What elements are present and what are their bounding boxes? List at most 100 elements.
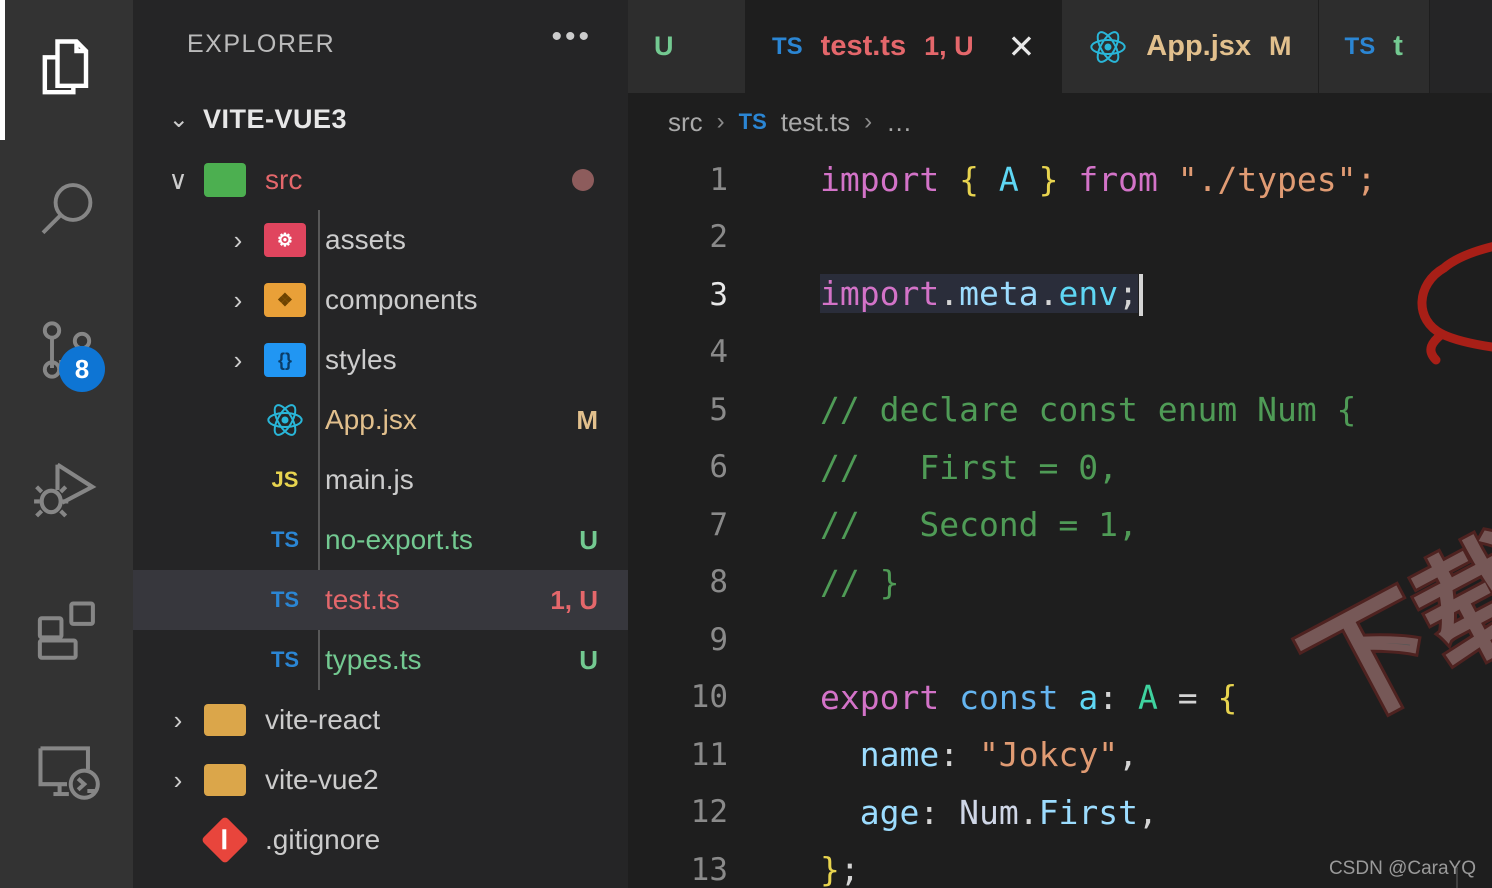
code-token: from bbox=[1078, 160, 1158, 200]
editor-tab-decoration: M bbox=[1269, 31, 1292, 61]
activity-item-source-control[interactable]: 8 bbox=[0, 280, 133, 420]
search-icon bbox=[31, 174, 103, 246]
unsaved-changes-dot bbox=[572, 169, 594, 191]
file-tree: ∨ src › ⚙ assets › ❖ components ›{} styles App.jsx… bbox=[133, 150, 628, 888]
ts-file-icon: TS bbox=[1344, 32, 1376, 60]
line-content: age: Num.First, bbox=[750, 793, 1158, 832]
folder-icon bbox=[201, 764, 249, 796]
line-number: 7 bbox=[709, 506, 728, 543]
editor-tab-app-jsx[interactable]: App.jsx M bbox=[1062, 0, 1319, 93]
line-content: import { A } from "./types"; bbox=[750, 160, 1376, 199]
code-token: export bbox=[820, 677, 940, 717]
close-icon[interactable]: ✕ bbox=[1008, 30, 1036, 63]
tree-row-label: vite-vue2 bbox=[265, 764, 379, 795]
line-number: 12 bbox=[690, 794, 728, 831]
code-token: , bbox=[1137, 792, 1158, 832]
activity-item-extensions[interactable] bbox=[0, 560, 133, 700]
chevron-right-icon[interactable]: › bbox=[155, 705, 201, 736]
ts-file-icon: TS bbox=[772, 32, 803, 60]
code-token: A bbox=[1137, 677, 1158, 717]
line-content: // declare const enum Num { bbox=[750, 390, 1356, 429]
editor-tab-test-ts[interactable]: TS test.ts 1, U ✕ bbox=[746, 0, 1063, 93]
code-token: import bbox=[820, 160, 940, 200]
code-token: } bbox=[1038, 160, 1059, 200]
tree-row-label: src bbox=[265, 164, 303, 195]
activity-item-explorer[interactable] bbox=[0, 0, 133, 140]
tree-row-label: App.jsx bbox=[325, 404, 417, 435]
line-content: // First = 0, bbox=[750, 448, 1118, 487]
react-icon bbox=[261, 400, 309, 440]
chevron-right-icon[interactable]: › bbox=[215, 285, 261, 316]
code-token: , bbox=[1118, 735, 1138, 775]
line-number: 8 bbox=[709, 564, 728, 601]
tree-row-no-export-ts[interactable]: TS no-export.ts U bbox=[133, 510, 628, 570]
workspace-root-row[interactable]: ⌄ VITE-VUE3 bbox=[133, 88, 628, 150]
tree-row-app-jsx[interactable]: App.jsx M bbox=[133, 390, 628, 450]
code-editor[interactable]: 1 import { A } from "./types"; 2 3 import.me… bbox=[628, 151, 1492, 888]
tree-row-decoration: 1, U bbox=[550, 584, 598, 615]
editor-tab-t[interactable]: TS t bbox=[1318, 0, 1430, 93]
activity-item-search[interactable] bbox=[0, 140, 133, 280]
extensions-icon bbox=[30, 593, 104, 667]
breadcrumb-item-src[interactable]: src bbox=[668, 107, 703, 138]
tree-row-src[interactable]: ∨ src bbox=[133, 150, 628, 210]
code-token: A bbox=[998, 160, 1019, 200]
code-token: "Jokcy" bbox=[978, 735, 1119, 775]
chevron-right-icon[interactable]: › bbox=[215, 225, 261, 256]
code-line: 1 import { A } from "./types"; bbox=[628, 151, 1492, 209]
activity-item-run-debug[interactable] bbox=[0, 420, 133, 560]
react-icon bbox=[1088, 27, 1128, 67]
code-token: import bbox=[820, 273, 940, 313]
breadcrumb-item-symbols[interactable]: … bbox=[886, 107, 912, 138]
tree-row-assets[interactable]: › ⚙ assets bbox=[133, 210, 628, 270]
activity-item-remote-explorer[interactable] bbox=[0, 700, 133, 840]
tree-row-decoration: U bbox=[579, 524, 598, 555]
editor-tab-label: t bbox=[1393, 30, 1403, 62]
editor-tab-bar: U TS test.ts 1, U ✕ App.jsx M TS t bbox=[628, 0, 1492, 93]
code-token: const bbox=[959, 677, 1059, 717]
tree-row-types-ts[interactable]: TS types.ts U bbox=[133, 630, 628, 690]
code-line: 11 name: "Jokcy", bbox=[628, 726, 1492, 784]
more-actions-icon[interactable]: ••• bbox=[551, 22, 592, 66]
tree-row-components[interactable]: › ❖ components bbox=[133, 270, 628, 330]
tree-row-label: vite-react bbox=[265, 704, 381, 735]
tree-row-main-js[interactable]: JS main.js bbox=[133, 450, 628, 510]
tree-row-vite-vue2[interactable]: › vite-vue2 bbox=[133, 750, 628, 810]
editor-tab-partial-0[interactable]: U bbox=[628, 0, 746, 93]
ts-icon: TS bbox=[270, 647, 300, 672]
code-token: // First = 0, bbox=[820, 447, 1119, 487]
explorer-title: EXPLORER bbox=[187, 29, 336, 58]
code-token: age bbox=[859, 792, 920, 832]
line-content: import.meta.env; bbox=[750, 273, 1143, 316]
code-token: : bbox=[1098, 677, 1138, 717]
ts-icon: TS bbox=[270, 587, 300, 612]
tree-row--gitignore[interactable]: .gitignore bbox=[133, 810, 628, 870]
chevron-right-icon[interactable]: › bbox=[215, 345, 261, 376]
breadcrumb-item-file[interactable]: test.ts bbox=[781, 107, 850, 138]
tree-row-styles[interactable]: ›{} styles bbox=[133, 330, 628, 390]
tree-row-label: components bbox=[325, 284, 478, 315]
code-token: ; bbox=[1118, 273, 1138, 313]
line-content: name: "Jokcy", bbox=[750, 735, 1138, 774]
code-token: // } bbox=[820, 562, 900, 602]
tree-row-label: .gitignore bbox=[265, 824, 381, 855]
line-number: 3 bbox=[709, 276, 728, 313]
line-content: // Second = 1, bbox=[750, 505, 1138, 544]
editor-tab-label: App.jsx bbox=[1146, 30, 1252, 62]
code-line: 12 age: Num.First, bbox=[628, 784, 1492, 842]
code-line: 10 export const a: A = { bbox=[628, 669, 1492, 727]
tree-row-label: main.js bbox=[325, 464, 414, 495]
code-token: // Second = 1, bbox=[820, 505, 1138, 545]
source-control-badge: 8 bbox=[59, 346, 105, 392]
code-token: } bbox=[820, 850, 840, 888]
chevron-right-icon[interactable]: › bbox=[155, 765, 201, 796]
line-number: 5 bbox=[709, 391, 728, 428]
chevron-down-icon[interactable]: ∨ bbox=[155, 165, 201, 196]
tree-row-label: types.ts bbox=[325, 644, 422, 675]
tree-row-test-ts[interactable]: TS test.ts 1, U bbox=[133, 570, 628, 630]
tree-row-vite-react[interactable]: › vite-react bbox=[133, 690, 628, 750]
line-number: 13 bbox=[690, 851, 728, 888]
